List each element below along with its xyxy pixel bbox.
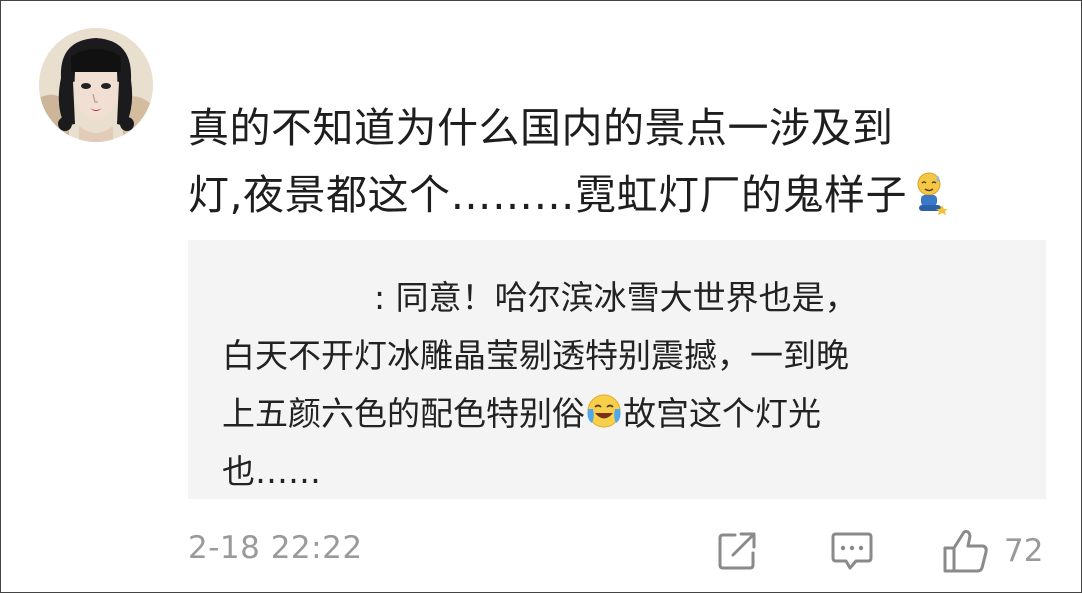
share-button[interactable] bbox=[715, 528, 759, 574]
comment-line-text: 灯,夜景都这个………霓虹灯厂的鬼样子 bbox=[188, 171, 908, 219]
reply-line: 白天不开灯冰雕晶莹剔透特别震撼，一到晚 bbox=[222, 336, 849, 375]
share-icon bbox=[715, 529, 759, 573]
reply-line-text: 上五颜六色的配色特别俗 bbox=[222, 394, 585, 433]
sweat-squat-emoji-icon bbox=[911, 168, 951, 215]
reply-line: : 同意！哈尔滨冰雪大世界也是， bbox=[374, 278, 858, 317]
comment-line: 真的不知道为什么国内的景点一涉及到 bbox=[188, 104, 894, 152]
reply-line-text: 故宫这个灯光 bbox=[623, 394, 821, 433]
reply-body: : 同意！哈尔滨冰雪大世界也是， 白天不开灯冰雕晶莹剔透特别震撼，一到晚 上五颜… bbox=[222, 269, 1022, 501]
comment-body: 真的不知道为什么国内的景点一涉及到 灯,夜景都这个………霓虹灯厂的鬼样子 bbox=[188, 95, 1038, 229]
reply-line: 上五颜六色的配色特别俗 故宫这个灯光 bbox=[222, 385, 1022, 443]
thumbs-up-icon bbox=[942, 528, 990, 574]
reply-preview[interactable]: : 同意！哈尔滨冰雪大世界也是， 白天不开灯冰雕晶莹剔透特别震撼，一到晚 上五颜… bbox=[188, 240, 1046, 499]
comment-line: 灯,夜景都这个………霓虹灯厂的鬼样子 bbox=[188, 162, 1038, 229]
user-avatar[interactable] bbox=[39, 28, 153, 142]
comment-icon bbox=[830, 528, 874, 574]
avatar-image bbox=[39, 28, 153, 142]
like-count: 72 bbox=[1004, 533, 1044, 569]
like-button[interactable]: 72 bbox=[942, 528, 1043, 574]
laugh-cry-emoji-icon bbox=[586, 389, 622, 428]
reply-line: 也…… bbox=[222, 452, 321, 491]
comment-button[interactable] bbox=[830, 528, 874, 574]
comment-timestamp: 2-18 22:22 bbox=[188, 530, 363, 566]
